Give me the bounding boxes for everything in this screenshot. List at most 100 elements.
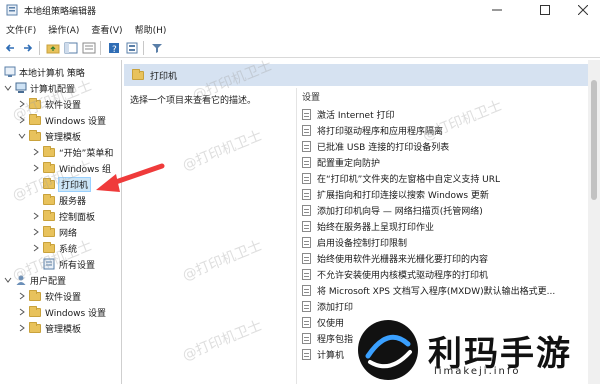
list-icon bbox=[82, 42, 96, 53]
folder-icon bbox=[29, 129, 41, 141]
chevron-right-icon[interactable] bbox=[32, 164, 40, 172]
tree-item-network[interactable]: 网络 bbox=[32, 224, 77, 240]
chevron-right-icon[interactable] bbox=[32, 244, 40, 252]
setting-row[interactable]: 将 Microsoft XPS 文档写入程序(MXDW)默认输出格式更... bbox=[302, 282, 555, 298]
tree-item-user-admin-templates[interactable]: 管理模板 bbox=[18, 320, 81, 336]
menu-view[interactable]: 查看(V) bbox=[85, 23, 128, 36]
tree-item-user-software-settings[interactable]: 软件设置 bbox=[18, 288, 81, 304]
setting-row[interactable]: 启用设备控制打印限制 bbox=[302, 234, 407, 250]
forward-button[interactable] bbox=[20, 40, 36, 56]
column-divider bbox=[296, 88, 297, 384]
chevron-right-icon[interactable] bbox=[18, 308, 26, 316]
folder-icon bbox=[29, 305, 41, 317]
toolbar: ? bbox=[0, 38, 600, 58]
chevron-right-icon[interactable] bbox=[32, 228, 40, 236]
toolbar-separator bbox=[100, 40, 101, 55]
brand-logo-icon bbox=[358, 320, 418, 380]
brand-subtitle: limakeji.info bbox=[434, 366, 521, 377]
filter-icon bbox=[152, 43, 162, 53]
forward-arrow-icon bbox=[24, 43, 33, 52]
setting-row[interactable]: 始终在服务器上呈现打印作业 bbox=[302, 218, 434, 234]
toolbar-separator bbox=[39, 40, 40, 55]
setting-row[interactable]: 程序包指 bbox=[302, 330, 353, 346]
maximize-icon bbox=[540, 5, 550, 15]
close-icon bbox=[578, 5, 588, 15]
policy-editor-icon bbox=[6, 4, 18, 16]
setting-row[interactable]: 添加打印机向导 — 网络扫描页(托管网络) bbox=[302, 202, 483, 218]
folder-icon bbox=[132, 68, 144, 80]
svg-text:?: ? bbox=[112, 45, 117, 54]
menu-bar: 文件(F) 操作(A) 查看(V) 帮助(H) bbox=[0, 20, 600, 38]
setting-row[interactable]: 添加打印 bbox=[302, 298, 353, 314]
annotation-arrow-icon bbox=[96, 163, 165, 192]
export-list-button[interactable] bbox=[81, 40, 97, 56]
minimize-icon bbox=[492, 9, 502, 11]
policy-document-icon bbox=[302, 252, 311, 264]
folder-up-icon bbox=[46, 44, 60, 53]
menu-action[interactable]: 操作(A) bbox=[42, 23, 85, 36]
policy-document-icon bbox=[302, 204, 311, 216]
policy-document-icon bbox=[302, 188, 311, 200]
policy-document-icon bbox=[302, 108, 311, 120]
setting-row[interactable]: 仅使用 bbox=[302, 314, 344, 330]
chevron-right-icon[interactable] bbox=[18, 324, 26, 332]
setting-row[interactable]: 激活 Internet 打印 bbox=[302, 106, 394, 122]
chevron-down-icon[interactable] bbox=[18, 132, 26, 140]
section-title: 打印机 bbox=[150, 71, 178, 82]
policy-document-icon bbox=[302, 300, 311, 312]
settings-column-header[interactable]: 设置 bbox=[302, 90, 320, 103]
tree-item-control-panel[interactable]: 控制面板 bbox=[32, 208, 95, 224]
setting-row[interactable]: 始终使用软件光栅器来光栅化要打印的内容 bbox=[302, 250, 488, 266]
minimize-button[interactable] bbox=[480, 0, 514, 20]
chevron-right-icon[interactable] bbox=[32, 148, 40, 156]
folder-icon bbox=[29, 321, 41, 333]
policy-document-icon bbox=[302, 156, 311, 168]
filter-button[interactable] bbox=[149, 40, 165, 56]
tree-item-local-policy[interactable]: 本地计算机 策略 bbox=[4, 64, 85, 80]
scrollbar-thumb[interactable] bbox=[591, 80, 597, 200]
folder-icon bbox=[43, 193, 55, 205]
setting-row[interactable]: 在“打印机”文件夹的左窗格中自定义支持 URL bbox=[302, 170, 500, 186]
up-level-button[interactable] bbox=[45, 40, 61, 56]
chevron-down-icon[interactable] bbox=[4, 276, 12, 284]
computer-policy-icon bbox=[4, 66, 16, 77]
tree-item-start-menu[interactable]: “开始”菜单和 bbox=[32, 144, 113, 160]
properties-icon bbox=[126, 42, 138, 53]
policy-document-icon bbox=[302, 284, 311, 296]
policy-document-icon bbox=[302, 348, 311, 360]
policy-document-icon bbox=[302, 236, 311, 248]
back-button[interactable] bbox=[2, 40, 18, 56]
maximize-button[interactable] bbox=[528, 0, 562, 20]
menu-help[interactable]: 帮助(H) bbox=[129, 23, 173, 36]
computer-icon bbox=[15, 82, 27, 93]
setting-row[interactable]: 配置重定向防护 bbox=[302, 154, 380, 170]
tree-item-server[interactable]: 服务器 bbox=[43, 192, 86, 208]
properties-button[interactable] bbox=[124, 40, 140, 56]
brand-badge: 利玛手游 limakeji.info bbox=[356, 316, 600, 384]
window-title: 本地组策略编辑器 bbox=[24, 6, 97, 17]
chevron-right-icon[interactable] bbox=[32, 212, 40, 220]
setting-row[interactable]: 不允许安装使用内核模式驱动程序的打印机 bbox=[302, 266, 488, 282]
console-tree-icon bbox=[64, 42, 78, 53]
setting-row[interactable]: 计算机 bbox=[302, 346, 344, 362]
tree-item-user-windows-settings[interactable]: Windows 设置 bbox=[18, 304, 106, 320]
close-button[interactable] bbox=[566, 0, 600, 20]
help-button[interactable]: ? bbox=[106, 40, 122, 56]
help-icon: ? bbox=[109, 42, 119, 54]
back-arrow-icon bbox=[5, 43, 14, 52]
folder-icon bbox=[43, 209, 55, 221]
policy-document-icon bbox=[302, 316, 311, 328]
policy-document-icon bbox=[302, 124, 311, 136]
folder-icon bbox=[43, 225, 55, 237]
policy-document-icon bbox=[302, 140, 311, 152]
policy-document-icon bbox=[302, 268, 311, 280]
show-tree-button[interactable] bbox=[63, 40, 79, 56]
chevron-right-icon[interactable] bbox=[18, 292, 26, 300]
policy-document-icon bbox=[302, 172, 311, 184]
setting-row[interactable]: 扩展指向和打印连接以搜索 Windows 更新 bbox=[302, 186, 489, 202]
menu-file[interactable]: 文件(F) bbox=[0, 23, 42, 36]
tree-item-admin-templates[interactable]: 管理模板 bbox=[18, 128, 81, 144]
folder-icon bbox=[29, 289, 41, 301]
chevron-down-icon[interactable] bbox=[4, 84, 12, 92]
folder-icon bbox=[43, 145, 55, 157]
